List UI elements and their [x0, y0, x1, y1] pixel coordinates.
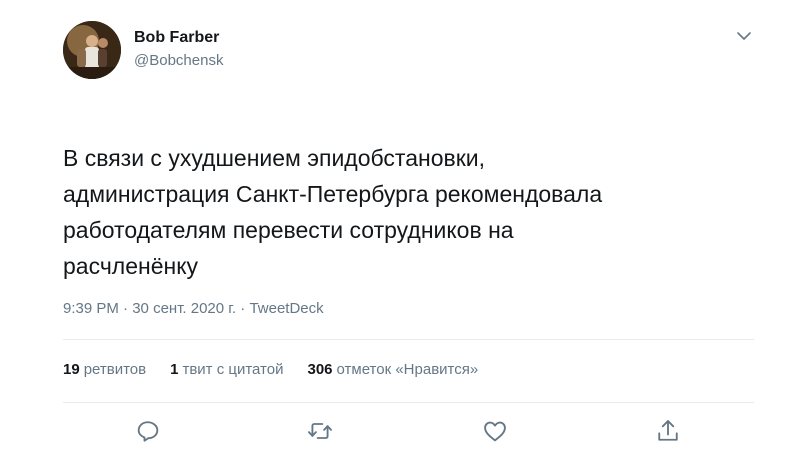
like-button[interactable]	[481, 417, 509, 445]
tweet-text-line: расчленёнку	[63, 253, 199, 279]
meta-separator: ·	[236, 300, 250, 317]
meta-separator: ·	[118, 300, 133, 317]
divider	[63, 339, 754, 340]
tweet-meta: 9:39 PM · 30 сент. 2020 г. · TweetDeck	[63, 300, 324, 317]
heart-icon	[484, 421, 506, 442]
author-name[interactable]: Bob Farber	[134, 29, 219, 47]
retweets-label: ретвитов	[83, 361, 147, 378]
tweet-card: Bob Farber @Bobchensk В связи с ухудшени…	[0, 0, 811, 462]
likes-count: 306	[307, 361, 333, 378]
tweet-text-line: администрация Санкт-Петербурга рекомендо…	[63, 181, 603, 207]
likes-label: отметок «Нравится»	[336, 361, 479, 378]
share-icon	[658, 420, 678, 441]
avatar-image	[63, 21, 121, 79]
tweet-stats: 19 ретвитов 1 твит с цитатой 306 отметок «Н…	[63, 361, 478, 378]
avatar[interactable]	[63, 21, 121, 79]
quotes-label: твит с цитатой	[182, 361, 284, 378]
retweet-icon	[307, 423, 333, 439]
divider	[63, 402, 754, 403]
author-handle[interactable]: @Bobchensk	[134, 52, 223, 69]
quotes-stat[interactable]: 1 твит с цитатой	[170, 361, 283, 378]
tweet-date[interactable]: 30 сент. 2020 г.	[132, 300, 236, 317]
tweet-text-line: В связи с ухудшением эпидобстановки,	[63, 145, 486, 171]
chevron-down-icon	[737, 32, 751, 40]
retweets-count: 19	[63, 361, 80, 378]
tweet-text-line: работодателям перевести сотрудников на	[63, 217, 514, 243]
retweet-button[interactable]	[306, 417, 334, 445]
likes-stat[interactable]: 306 отметок «Нравится»	[307, 361, 478, 378]
reply-button[interactable]	[134, 417, 162, 445]
tweet-time[interactable]: 9:39 PM	[63, 300, 119, 317]
share-button[interactable]	[654, 417, 682, 445]
tweet-source-link[interactable]: TweetDeck	[249, 300, 323, 317]
quotes-count: 1	[170, 361, 179, 378]
reply-icon	[137, 421, 159, 442]
tweet-menu-button[interactable]	[734, 26, 754, 46]
retweets-stat[interactable]: 19 ретвитов	[63, 361, 146, 378]
tweet-text: В связи с ухудшением эпидобстановки, адм…	[63, 140, 753, 284]
